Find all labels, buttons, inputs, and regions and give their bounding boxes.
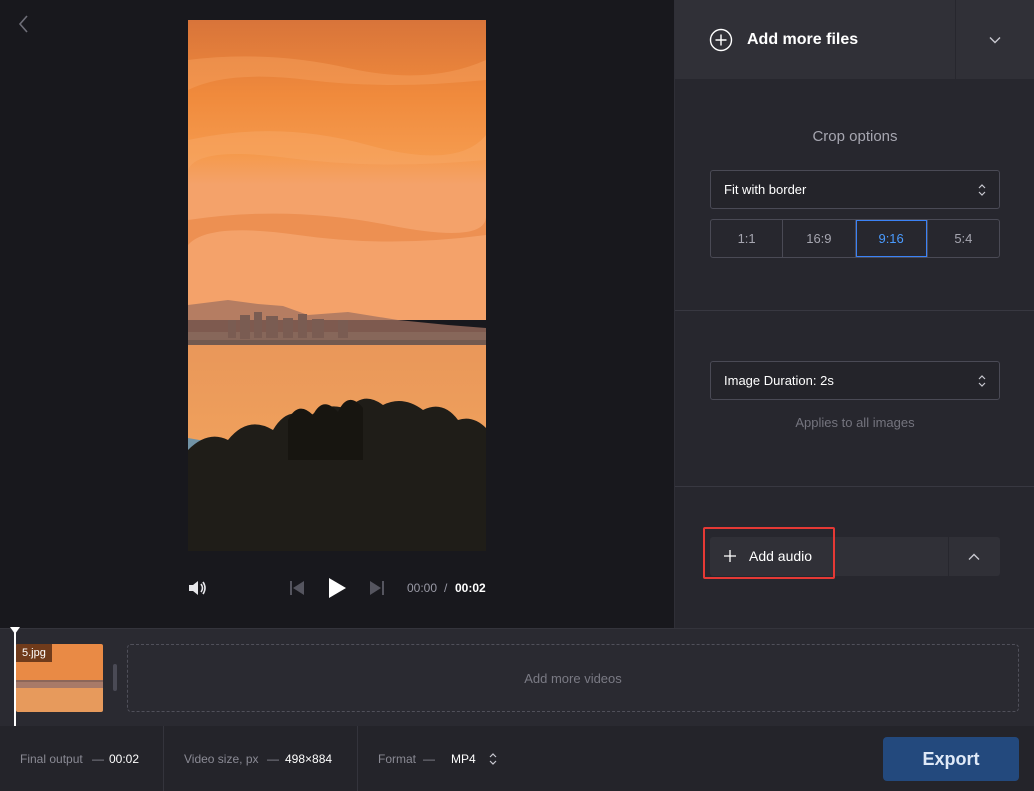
dash: — bbox=[423, 752, 435, 766]
skip-back-button[interactable] bbox=[288, 579, 306, 602]
clip-resize-handle[interactable] bbox=[113, 664, 117, 691]
volume-button[interactable] bbox=[186, 577, 208, 604]
video-frame[interactable] bbox=[188, 20, 486, 551]
final-output-value: 00:02 bbox=[109, 752, 140, 766]
crop-mode-value: Fit with border bbox=[724, 182, 807, 197]
applies-note: Applies to all images bbox=[795, 415, 915, 430]
chevron-down-icon bbox=[989, 37, 1001, 44]
select-caret-icon bbox=[978, 184, 986, 196]
add-more-files-label: Add more files bbox=[747, 31, 859, 48]
add-files-dropdown-toggle[interactable] bbox=[956, 0, 1034, 79]
final-output-label: Final output bbox=[20, 752, 83, 766]
select-caret-icon bbox=[489, 753, 497, 765]
add-more-videos-dropzone[interactable]: Add more videos bbox=[127, 644, 1019, 712]
crop-mode-select[interactable]: Fit with border bbox=[710, 170, 1000, 209]
audio-options-toggle[interactable] bbox=[949, 537, 1000, 576]
dash: — bbox=[92, 752, 104, 766]
ratio-1-1[interactable]: 1:1 bbox=[711, 220, 784, 257]
format-value: MP4 bbox=[451, 752, 476, 766]
dash: — bbox=[267, 752, 279, 766]
video-size-label: Video size, px bbox=[184, 752, 259, 766]
select-caret-icon bbox=[978, 375, 986, 387]
play-button[interactable] bbox=[326, 576, 348, 605]
chevron-left-icon bbox=[18, 15, 28, 33]
divider bbox=[675, 310, 1034, 311]
aspect-ratio-group: 1:1 16:9 9:16 5:4 bbox=[710, 219, 1000, 258]
ratio-5-4[interactable]: 5:4 bbox=[928, 220, 999, 257]
time-separator: / bbox=[444, 581, 448, 595]
add-more-files-button[interactable]: Add more files bbox=[675, 0, 955, 79]
play-icon bbox=[329, 578, 346, 598]
sunset-image bbox=[188, 20, 486, 551]
clip-name: 5.jpg bbox=[16, 644, 52, 662]
format-select[interactable]: MP4 bbox=[451, 748, 503, 770]
export-button[interactable]: Export bbox=[883, 737, 1019, 781]
crop-options-title: Crop options bbox=[812, 128, 898, 145]
divider bbox=[675, 486, 1034, 487]
footer-bar: Final output — 00:02 Video size, px — 49… bbox=[0, 726, 1034, 791]
settings-panel: Add more files Crop options Fit with bor… bbox=[674, 0, 1034, 628]
volume-icon bbox=[189, 581, 206, 595]
skip-back-icon bbox=[290, 581, 304, 595]
highlight-box bbox=[703, 527, 835, 579]
image-duration-select[interactable]: Image Duration: 2s bbox=[710, 361, 1000, 400]
ratio-16-9[interactable]: 16:9 bbox=[783, 220, 856, 257]
divider bbox=[163, 726, 164, 791]
chevron-up-icon bbox=[968, 553, 980, 560]
image-duration-value: Image Duration: 2s bbox=[724, 373, 834, 388]
format-label: Format bbox=[378, 752, 417, 766]
current-time: 00:00 bbox=[407, 581, 438, 595]
playhead-handle-icon[interactable] bbox=[10, 627, 20, 635]
video-preview-area: 00:00 / 00:02 bbox=[0, 0, 674, 628]
back-button[interactable] bbox=[12, 12, 36, 36]
video-size-value: 498×884 bbox=[285, 752, 333, 766]
timeline-clip[interactable]: 5.jpg bbox=[16, 644, 103, 712]
divider bbox=[357, 726, 358, 791]
skip-forward-button[interactable] bbox=[368, 579, 386, 602]
total-time: 00:02 bbox=[455, 581, 486, 595]
skip-forward-icon bbox=[370, 581, 384, 595]
plus-circle-icon bbox=[709, 28, 733, 52]
timeline: 5.jpg Add more videos bbox=[0, 627, 1034, 727]
ratio-9-16[interactable]: 9:16 bbox=[856, 220, 928, 257]
